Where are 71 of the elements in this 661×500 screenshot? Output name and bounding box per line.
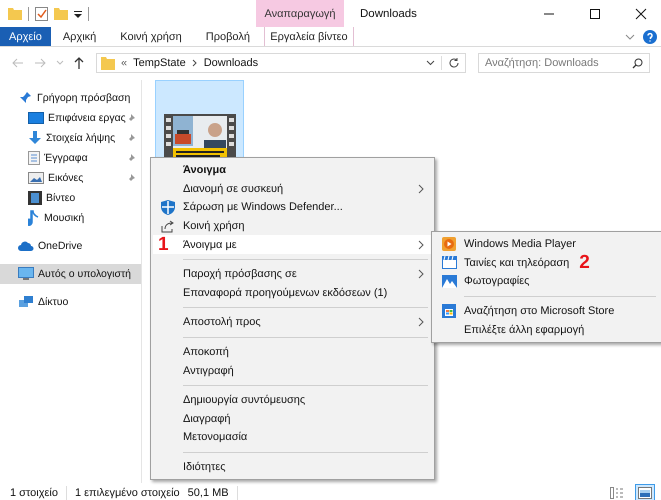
menu-item[interactable]: Παροχή πρόσβασης σε	[153, 264, 432, 284]
menu-item[interactable]: Αποστολή προς	[153, 313, 432, 332]
chevron-down-icon[interactable]	[426, 60, 435, 66]
sidebar-item[interactable]: Επιφάνεια εργας	[0, 108, 141, 128]
document-icon	[28, 151, 40, 165]
menu-item[interactable]: Διανομή σε συσκευή	[153, 180, 432, 198]
up-icon[interactable]	[74, 57, 84, 69]
music-note-icon	[28, 210, 40, 226]
menu-item[interactable]: Αντιγραφή	[153, 361, 432, 380]
dropdown-icon[interactable]	[74, 10, 82, 18]
maximize-icon[interactable]	[589, 8, 601, 20]
menu-item[interactable]: Windows Media Player	[434, 235, 660, 254]
shield-icon	[161, 200, 175, 215]
annotation-number: 1	[158, 235, 169, 254]
menu-item[interactable]: Δημιουργία συντόμευσης	[153, 390, 432, 410]
pin-icon	[18, 91, 33, 105]
sidebar-item[interactable]: Έγγραφα	[0, 148, 141, 168]
menu-item[interactable]: Μετονομασία	[153, 428, 432, 447]
sidebar-item[interactable]: Μουσική	[0, 208, 141, 228]
store-icon	[442, 304, 456, 318]
address-bar[interactable]: « TempState Downloads	[96, 53, 466, 73]
chevron-right-icon[interactable]	[192, 59, 198, 67]
clapperboard-icon	[442, 256, 456, 270]
landscape-icon	[442, 274, 456, 288]
menu-item[interactable]: 1 Άνοιγμα με	[153, 235, 432, 254]
search-icon	[632, 58, 643, 68]
sidebar-item[interactable]: Εικόνες	[0, 168, 141, 188]
window-title: Downloads	[360, 8, 418, 20]
view-button[interactable]	[635, 484, 655, 500]
network-icon	[18, 295, 34, 309]
menu-item[interactable]: Φωτογραφίες	[434, 272, 660, 291]
search-field[interactable]: Αναζήτηση: Downloads	[478, 53, 650, 73]
breadcrumb[interactable]: Downloads	[204, 57, 258, 69]
menu-item[interactable]: Άνοιγμα	[153, 161, 432, 180]
annotation-number: 2	[579, 253, 590, 272]
breadcrumb[interactable]: TempState	[133, 57, 186, 69]
ribbon-tab[interactable]: Αρχείο	[0, 27, 51, 46]
ribbon-tab[interactable]: Εργαλεία βίντεο	[264, 27, 354, 46]
menu-item[interactable]: Αποκοπή	[153, 342, 432, 362]
menu-item[interactable]: Επιλέξτε άλλη εφαρμογή	[434, 320, 660, 339]
menu-item[interactable]: Αναζήτηση στο Microsoft Store	[434, 302, 660, 320]
play-icon	[442, 237, 456, 252]
image-icon	[28, 172, 44, 184]
sidebar-item[interactable]: Δίκτυο	[0, 292, 141, 312]
item-count: 1 στοιχείο	[10, 487, 58, 499]
film-icon	[28, 191, 42, 205]
desktop-icon	[28, 112, 44, 124]
properties-icon[interactable]	[35, 6, 48, 20]
menu-item[interactable]: Ιδιότητες	[153, 458, 432, 476]
menu-item[interactable]: Διαγραφή	[153, 410, 432, 428]
cloud-icon	[18, 240, 34, 252]
menu-item[interactable]: Επαναφορά προηγούμενων εκδόσεων (1)	[153, 284, 432, 302]
context-tab-group: Αναπαραγωγή	[256, 0, 344, 27]
overflow-chevron[interactable]: «	[121, 57, 128, 69]
menu-item[interactable]: Σάρωση με Windows Defender...	[153, 198, 432, 217]
monitor-icon	[18, 267, 34, 281]
sidebar-item[interactable]: Αυτός ο υπολογιστή	[0, 264, 141, 284]
sidebar-item[interactable]: OneDrive	[0, 236, 141, 256]
sidebar-item[interactable]: Βίντεο	[0, 188, 141, 208]
menu-item[interactable]: Ταινίες και τηλεόραση 2	[434, 254, 660, 272]
sidebar-item[interactable]: Στοιχεία λήψης	[0, 128, 141, 148]
menu-item[interactable]: Κοινή χρήση	[153, 216, 432, 236]
download-icon	[28, 131, 42, 145]
selection-size: 50,1 MB	[188, 487, 229, 499]
refresh-icon[interactable]	[448, 57, 460, 69]
folder-icon	[101, 56, 115, 70]
selection-count: 1 επιλεγμένο στοιχείο	[74, 487, 180, 499]
sidebar-item[interactable]: Γρήγορη πρόσβαση	[0, 88, 141, 108]
share-icon	[161, 220, 175, 233]
help-icon[interactable]	[643, 30, 657, 44]
close-icon[interactable]	[635, 8, 647, 20]
